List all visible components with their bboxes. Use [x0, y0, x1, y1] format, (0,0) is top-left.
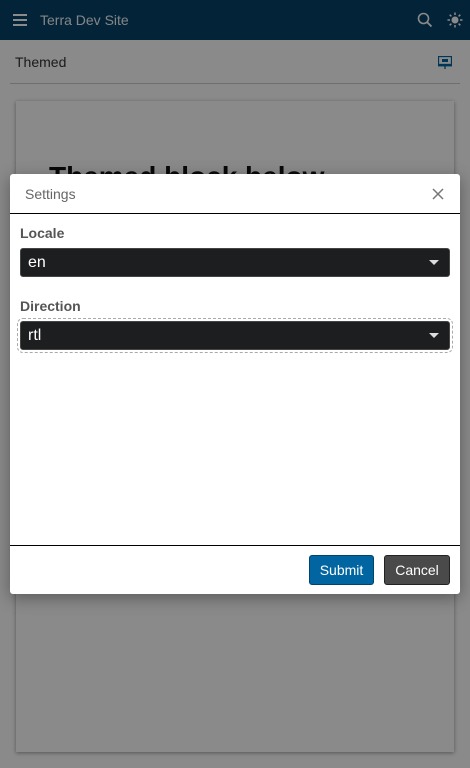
- modal-title: Settings: [25, 185, 76, 202]
- direction-label: Direction: [20, 298, 81, 314]
- direction-field: Direction rtl: [17, 297, 453, 370]
- modal-body: Locale en Direction rtl: [10, 214, 460, 545]
- chevron-down-icon: [429, 333, 439, 338]
- chevron-down-icon: [429, 260, 439, 265]
- locale-select-value: en: [28, 253, 46, 271]
- close-icon: [432, 188, 444, 200]
- page: Terra Dev Site Themed Settings Locale en…: [0, 0, 470, 768]
- direction-select[interactable]: rtl: [17, 318, 453, 353]
- close-button[interactable]: [428, 184, 448, 204]
- locale-field: Locale en: [20, 224, 450, 297]
- settings-modal: Settings Locale en Direction rtl Submit …: [10, 174, 460, 594]
- direction-select-value: rtl: [28, 326, 42, 344]
- locale-label: Locale: [20, 225, 65, 241]
- modal-header: Settings: [10, 174, 460, 214]
- cancel-button[interactable]: Cancel: [384, 555, 450, 585]
- locale-select[interactable]: en: [20, 248, 450, 277]
- submit-button[interactable]: Submit: [309, 555, 374, 585]
- modal-footer: Submit Cancel: [10, 545, 460, 594]
